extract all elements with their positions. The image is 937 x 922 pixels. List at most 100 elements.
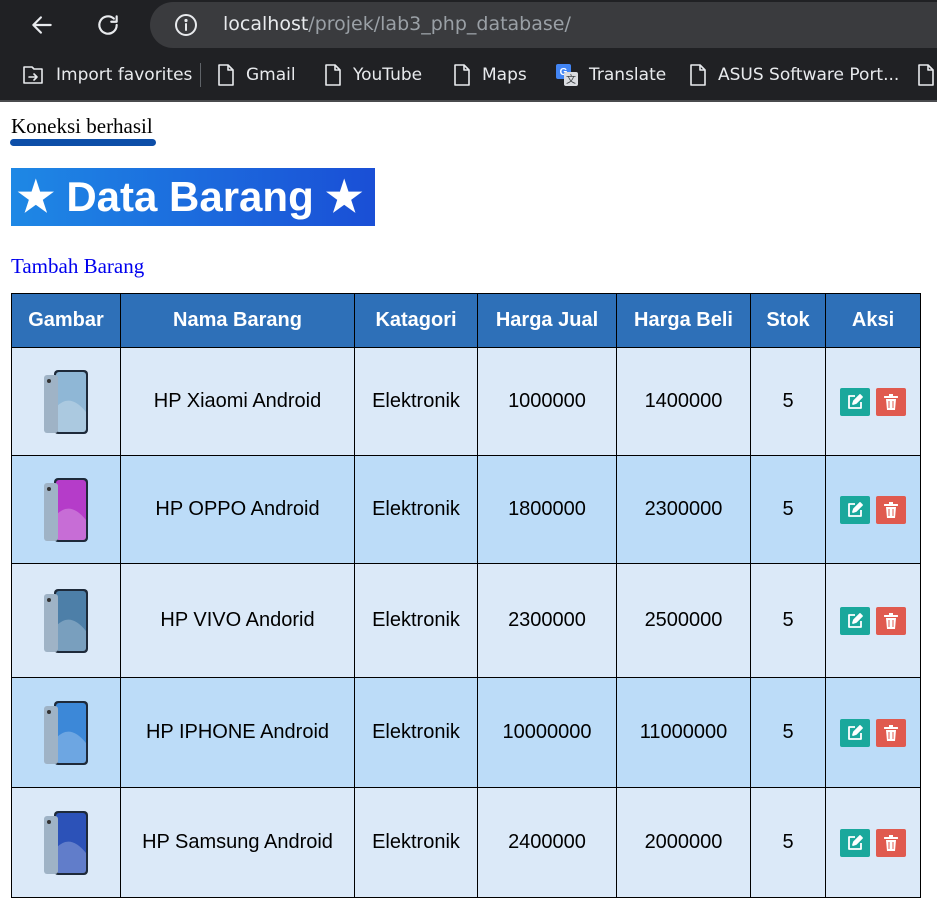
bookmark-youtube[interactable]: YouTube (323, 61, 422, 89)
trash-icon (884, 501, 898, 518)
url-text[interactable]: localhost/projek/lab3_php_database/ (223, 13, 571, 35)
bookmark-import-favorites[interactable]: Import favorites (20, 61, 192, 89)
trash-icon (884, 612, 898, 629)
item-sell-price: 1800000 (477, 455, 617, 564)
back-button[interactable] (24, 7, 60, 43)
column-header: Katagori (354, 293, 478, 348)
item-actions (825, 563, 921, 678)
edit-icon (848, 393, 863, 409)
item-sell-price: 2300000 (477, 563, 617, 678)
item-stock: 5 (750, 563, 826, 678)
page-icon (325, 64, 341, 86)
item-buy-price: 11000000 (616, 677, 751, 788)
phone-image (44, 700, 88, 765)
item-stock: 5 (750, 677, 826, 788)
connection-status: Koneksi berhasil (11, 114, 153, 138)
item-stock: 5 (750, 455, 826, 564)
item-buy-price: 2300000 (616, 455, 751, 564)
bookmarks-bar: Import favorites Gmail YouTube Maps G文 T… (0, 50, 937, 100)
delete-button[interactable] (876, 495, 906, 524)
edit-button[interactable] (840, 828, 870, 857)
add-item-link[interactable]: Tambah Barang (11, 254, 144, 279)
page-content: Koneksi berhasil ★ Data Barang ★ Tambah … (0, 102, 937, 922)
item-actions (825, 787, 921, 898)
bookmark-maps[interactable]: Maps (452, 61, 527, 89)
site-info-icon[interactable] (174, 13, 198, 37)
column-header: Harga Jual (477, 293, 617, 348)
edit-icon (848, 834, 863, 850)
column-header: Stok (750, 293, 826, 348)
item-actions (825, 455, 921, 564)
trash-icon (884, 724, 898, 741)
action-buttons (826, 495, 920, 524)
edit-button[interactable] (840, 718, 870, 747)
table-header-row: Gambar Nama Barang Katagori Harga Jual H… (11, 293, 921, 348)
column-header: Gambar (11, 293, 121, 348)
item-name: HP Xiaomi Android (120, 347, 355, 456)
column-header: Aksi (825, 293, 921, 348)
product-image-cell (11, 347, 121, 456)
bookmark-label: Translate (589, 65, 667, 85)
bookmark-gmail[interactable]: Gmail (216, 61, 296, 89)
bookmark-translate[interactable]: G文 Translate (555, 61, 666, 89)
bookmarks-separator (200, 63, 201, 87)
edit-button[interactable] (840, 387, 870, 416)
import-favorites-icon (23, 66, 43, 84)
bookmark-label: Maps (482, 65, 527, 85)
phone-image (44, 588, 88, 653)
item-stock: 5 (750, 347, 826, 456)
delete-button[interactable] (876, 606, 906, 635)
svg-text:文: 文 (566, 73, 576, 86)
action-buttons (826, 828, 920, 857)
edit-icon (848, 724, 863, 740)
item-category: Elektronik (354, 347, 478, 456)
action-buttons (826, 387, 920, 416)
product-image-cell (11, 563, 121, 678)
column-header: Nama Barang (120, 293, 355, 348)
bookmark-label: Import favorites (56, 65, 193, 85)
back-arrow-icon (32, 16, 52, 34)
item-name: HP Samsung Android (120, 787, 355, 898)
url-host: localhost (223, 13, 309, 35)
item-name: HP VIVO Andorid (120, 563, 355, 678)
bookmark-label: ASUS Software Port... (718, 65, 900, 85)
edit-icon (848, 612, 863, 628)
delete-button[interactable] (876, 828, 906, 857)
page-icon (690, 64, 706, 86)
product-image-cell (11, 787, 121, 898)
item-category: Elektronik (354, 455, 478, 564)
bookmark-overflow[interactable] (916, 61, 937, 89)
item-category: Elektronik (354, 787, 478, 898)
item-sell-price: 2400000 (477, 787, 617, 898)
action-buttons (826, 718, 920, 747)
item-buy-price: 2000000 (616, 787, 751, 898)
phone-image (44, 369, 88, 434)
edit-icon (848, 501, 863, 517)
bookmark-asus-software[interactable]: ASUS Software Port... (688, 61, 899, 89)
url-path: /projek/lab3_php_database/ (308, 13, 571, 35)
delete-button[interactable] (876, 387, 906, 416)
page-icon (454, 64, 470, 86)
trash-icon (884, 834, 898, 851)
table-row: HP IPHONE Android Elektronik 10000000 11000… (11, 677, 921, 788)
item-sell-price: 10000000 (477, 677, 617, 788)
table-row: HP Xiaomi Android Elektronik 1000000 140000… (11, 347, 921, 456)
phone-image (44, 477, 88, 542)
product-image-cell (11, 455, 121, 564)
table-row: HP VIVO Andorid Elektronik 2300000 2500000 5 (11, 563, 921, 678)
item-name: HP OPPO Android (120, 455, 355, 564)
address-bar[interactable]: localhost/projek/lab3_php_database/ (150, 2, 937, 48)
edit-button[interactable] (840, 495, 870, 524)
items-table: Gambar Nama Barang Katagori Harga Jual H… (11, 293, 921, 898)
delete-button[interactable] (876, 718, 906, 747)
table-row: HP Samsung Android Elektronik 2400000 20000… (11, 787, 921, 898)
phone-image (44, 810, 88, 875)
trash-icon (884, 393, 898, 410)
reload-button[interactable] (90, 7, 126, 43)
translate-icon: G文 (556, 64, 578, 86)
page-icon (218, 64, 234, 86)
page-title: ★ Data Barang ★ (17, 173, 364, 220)
edit-button[interactable] (840, 606, 870, 635)
title-banner: ★ Data Barang ★ (11, 168, 375, 226)
item-category: Elektronik (354, 677, 478, 788)
